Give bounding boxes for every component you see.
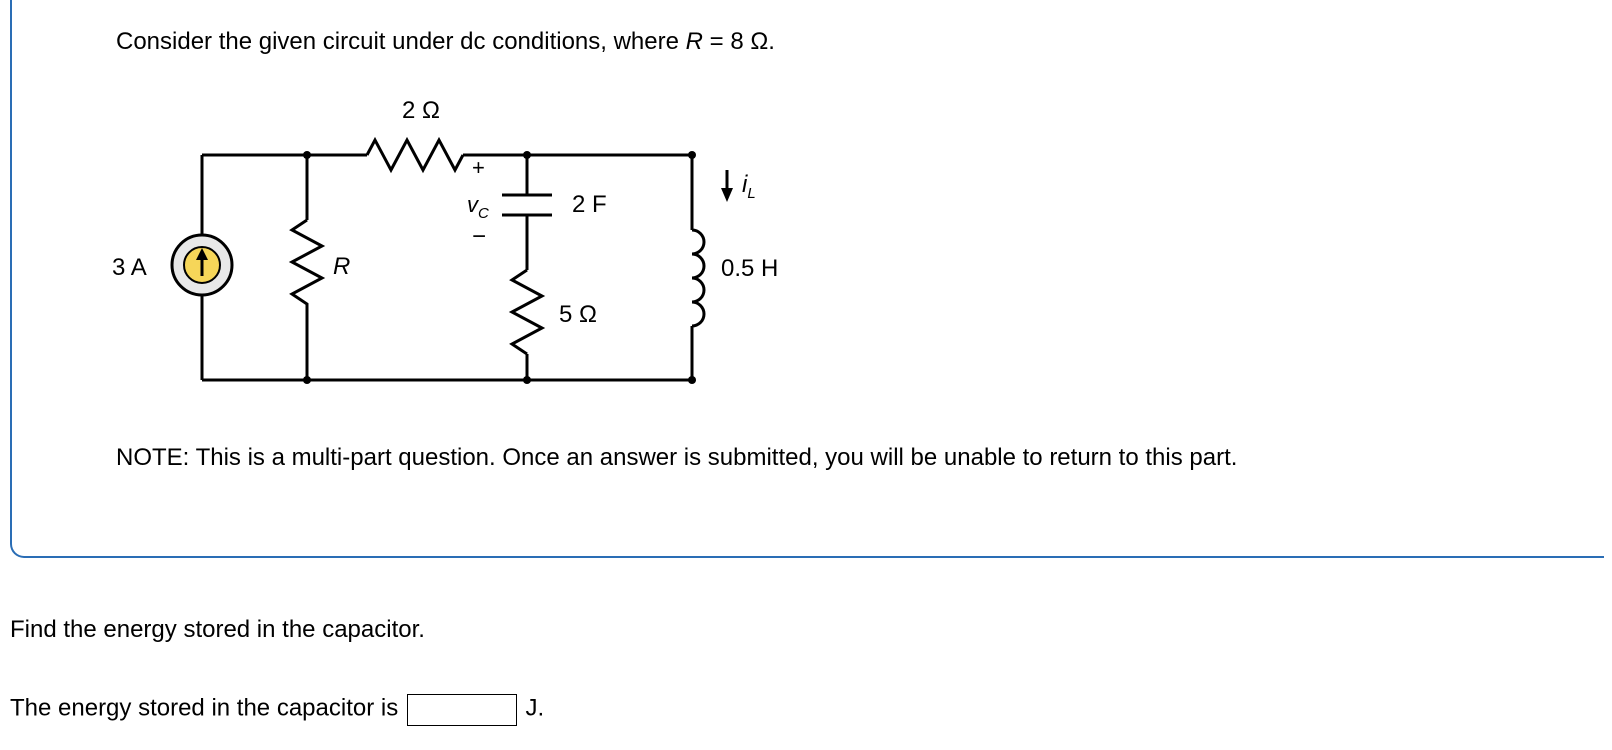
il-arrow-icon [721,170,733,202]
circuit-diagram: 2 Ω + − vC 2 F iL 3 A R 0.5 H 5 Ω [107,90,827,410]
vc-plus: + [472,155,485,180]
answer-prefix: The energy stored in the capacitor is [10,695,405,722]
ind-label: 0.5 H [721,255,778,282]
cap-label: 2 F [572,191,607,218]
question-box: Consider the given circuit under dc cond… [10,0,1604,558]
find-text: Find the energy stored in the capacitor. [10,616,425,644]
source-label: 3 A [112,254,147,281]
il-label: iL [742,171,756,202]
intro-eq: = 8 Ω. [703,28,775,55]
intro-var: R [686,28,703,55]
answer-row: The energy stored in the capacitor is J. [10,694,544,726]
vc-minus: − [472,223,486,250]
vc-label: vC [467,192,489,222]
energy-input[interactable] [407,694,517,726]
r-label: R [333,253,350,280]
intro-text: Consider the given circuit under dc cond… [116,28,775,56]
answer-unit: J. [519,695,544,722]
intro-prefix: Consider the given circuit under dc cond… [116,28,686,55]
note-text: NOTE: This is a multi-part question. Onc… [116,444,1237,472]
r2-label: 2 Ω [402,97,440,124]
current-source-icon [172,235,232,295]
r5-label: 5 Ω [559,301,597,328]
